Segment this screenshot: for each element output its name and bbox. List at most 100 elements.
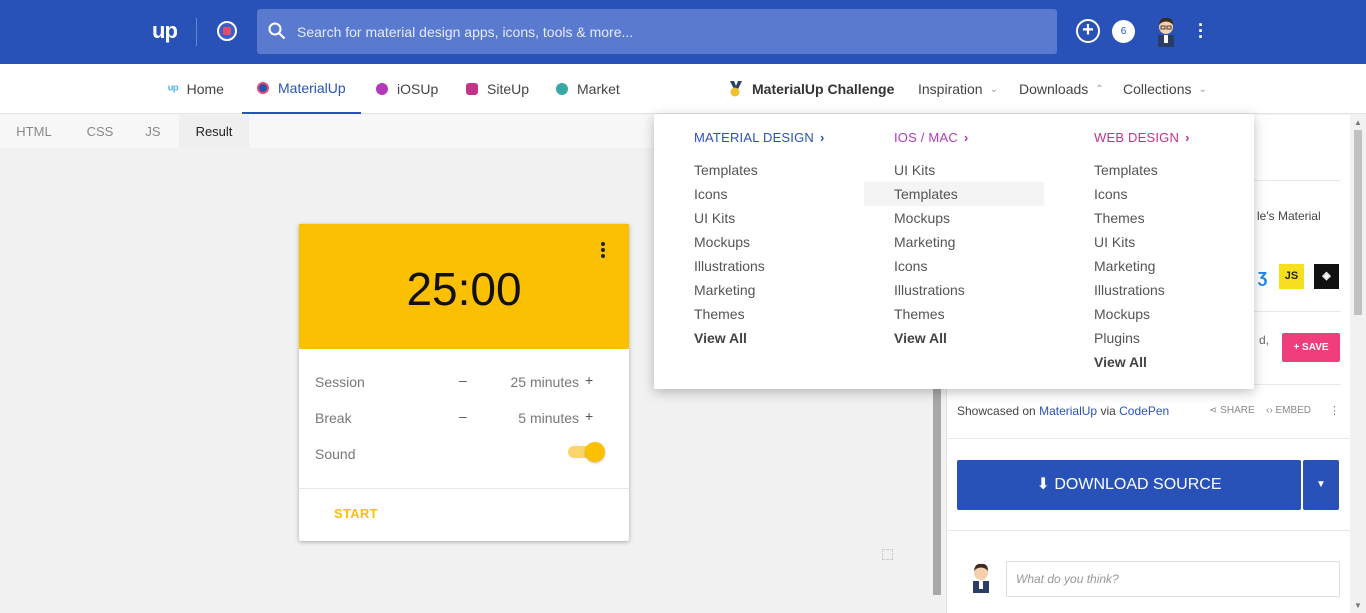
embed-label: EMBED <box>1275 405 1312 416</box>
codepen-icon[interactable]: ◈ <box>1314 264 1339 289</box>
commenter-avatar <box>973 563 989 593</box>
nav-downloads-label: Downloads <box>1019 81 1089 97</box>
uplabs-logo[interactable]: up <box>152 18 178 44</box>
menu-item[interactable]: Icons <box>1094 182 1190 206</box>
card-more-icon[interactable] <box>601 242 607 260</box>
menu-item[interactable]: UI Kits <box>1094 230 1190 254</box>
nav-downloads[interactable]: Downloads ⌃ <box>1019 64 1104 114</box>
menu-item[interactable]: Templates <box>1094 158 1190 182</box>
menu-item[interactable]: Mockups <box>694 230 825 254</box>
column-title[interactable]: WEB DESIGN › <box>1094 130 1190 145</box>
session-decrement-button[interactable]: – <box>459 372 467 388</box>
menu-item[interactable]: Mockups <box>894 206 1044 230</box>
nav-siteup-label: SiteUp <box>487 81 530 97</box>
menu-item[interactable]: Icons <box>694 182 825 206</box>
view-all-link[interactable]: View All <box>1094 350 1190 374</box>
nav-challenge[interactable]: MaterialUp Challenge <box>728 64 894 114</box>
tab-js[interactable]: JS <box>132 115 174 148</box>
search-bar[interactable] <box>257 9 1057 54</box>
notification-count-badge[interactable]: 6 <box>1112 20 1135 43</box>
menu-item[interactable]: Marketing <box>1094 254 1190 278</box>
save-button[interactable]: + SAVE <box>1282 333 1340 362</box>
side-more-icon[interactable]: ⋮ <box>1329 404 1340 417</box>
materialup-link[interactable]: MaterialUp <box>1039 404 1097 418</box>
menu-item[interactable]: UI Kits <box>894 158 1044 182</box>
menu-item[interactable]: Plugins <box>1094 326 1190 350</box>
nav-iosup-label: iOSUp <box>397 81 439 97</box>
showcase-via: via <box>1100 404 1116 418</box>
menu-item[interactable]: Illustrations <box>694 254 825 278</box>
menu-item-hovered[interactable]: Templates <box>864 182 1044 206</box>
text-fragment: d, <box>1259 333 1270 347</box>
materialup-badge-icon[interactable] <box>217 21 237 41</box>
chevron-up-icon: ⌃ <box>1095 83 1104 95</box>
nav-collections[interactable]: Collections ⌄ <box>1123 64 1207 114</box>
break-increment-button[interactable]: + <box>585 408 593 424</box>
scroll-up-icon[interactable]: ▲ <box>1354 118 1362 127</box>
menu-item[interactable]: Themes <box>894 302 1044 326</box>
menu-item[interactable]: Templates <box>694 158 825 182</box>
view-all-link[interactable]: View All <box>894 326 1044 350</box>
column-title-text: WEB DESIGN <box>1094 130 1180 145</box>
download-label: DOWNLOAD SOURCE <box>1054 476 1222 493</box>
embed-button[interactable]: ‹› EMBED <box>1266 405 1311 416</box>
chevron-right-icon: › <box>1185 130 1190 145</box>
menu-item[interactable]: Illustrations <box>1094 278 1190 302</box>
nav-inspiration-label: Inspiration <box>918 81 983 97</box>
column-title[interactable]: IOS / MAC › <box>894 130 1044 145</box>
start-button[interactable]: START <box>334 506 378 521</box>
materialup-icon <box>257 82 269 94</box>
view-all-link[interactable]: View All <box>694 326 825 350</box>
description-fragment: le's Material <box>1257 209 1321 223</box>
user-avatar[interactable] <box>1154 15 1178 47</box>
nav-home[interactable]: ᵘᵖ Home <box>168 64 224 114</box>
menu-item[interactable]: Mockups <box>1094 302 1190 326</box>
sound-toggle[interactable] <box>568 442 605 462</box>
nav-iosup[interactable]: iOSUp <box>376 64 438 114</box>
session-increment-button[interactable]: + <box>585 372 593 388</box>
nav-market[interactable]: Market <box>556 64 620 114</box>
sub-nav: ᵘᵖ Home MaterialUp iOSUp SiteUp Market M… <box>0 64 1366 114</box>
menu-item[interactable]: Icons <box>894 254 1044 278</box>
card-divider <box>299 488 629 489</box>
column-title[interactable]: MATERIAL DESIGN › <box>694 130 825 145</box>
download-options-caret-icon[interactable]: ▼ <box>1303 460 1339 510</box>
session-value: 25 minutes <box>510 374 579 390</box>
pomodoro-card: 25:00 Session – 25 minutes + Break – 5 m… <box>299 224 629 541</box>
session-label: Session <box>315 374 365 390</box>
fullscreen-icon[interactable] <box>882 549 893 560</box>
column-material-design: MATERIAL DESIGN › Templates Icons UI Kits… <box>694 130 825 350</box>
nav-siteup[interactable]: SiteUp <box>466 64 529 114</box>
chevron-right-icon: › <box>963 130 969 145</box>
search-input[interactable] <box>297 9 1037 54</box>
nav-market-label: Market <box>577 81 620 97</box>
scroll-down-icon[interactable]: ▼ <box>1354 601 1362 610</box>
column-title-text: IOS / MAC <box>894 130 958 145</box>
add-post-button[interactable]: + <box>1076 19 1100 43</box>
page-scrollbar[interactable]: ▲ ▼ <box>1350 115 1366 613</box>
chevron-right-icon: › <box>820 130 825 145</box>
side-divider <box>947 438 1351 439</box>
share-button[interactable]: ⋖ SHARE <box>1209 405 1255 416</box>
tab-result[interactable]: Result <box>179 115 249 148</box>
more-menu-icon[interactable]: · · · <box>1196 16 1206 46</box>
menu-item[interactable]: Marketing <box>694 278 825 302</box>
menu-item[interactable]: Themes <box>694 302 825 326</box>
comment-input[interactable]: What do you think? <box>1006 561 1340 597</box>
download-source-button[interactable]: ⬇ DOWNLOAD SOURCE <box>957 460 1301 510</box>
menu-item[interactable]: Illustrations <box>894 278 1044 302</box>
column-ios-mac: IOS / MAC › UI Kits Templates Mockups Mar… <box>864 130 1044 350</box>
tab-css[interactable]: CSS <box>68 115 132 148</box>
codepen-link[interactable]: CodePen <box>1119 404 1169 418</box>
nav-materialup[interactable]: MaterialUp <box>242 64 361 114</box>
menu-item[interactable]: UI Kits <box>694 206 825 230</box>
javascript-icon[interactable]: JS <box>1279 264 1304 289</box>
nav-inspiration[interactable]: Inspiration ⌄ <box>918 64 998 114</box>
menu-item[interactable]: Marketing <box>894 230 1044 254</box>
break-decrement-button[interactable]: – <box>459 408 467 424</box>
menu-item[interactable]: Themes <box>1094 206 1190 230</box>
tab-html[interactable]: HTML <box>0 115 68 148</box>
side-divider <box>947 530 1351 531</box>
logo-divider <box>196 18 197 46</box>
medal-icon <box>730 81 742 97</box>
